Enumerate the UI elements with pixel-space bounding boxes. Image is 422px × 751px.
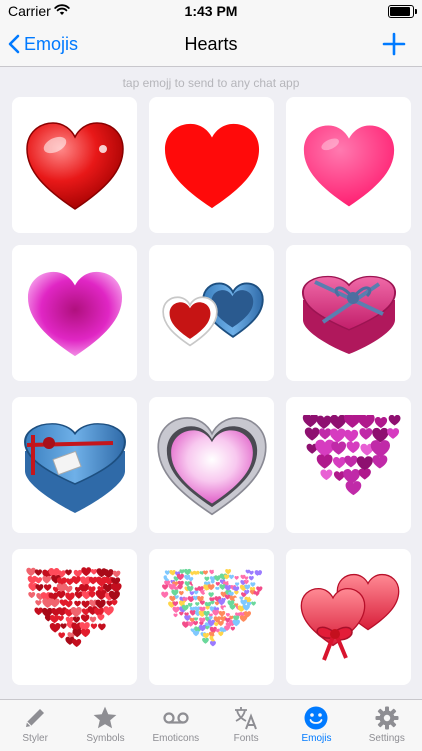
chevron-left-icon — [8, 34, 20, 54]
blue-gift-box-heart-icon — [23, 422, 126, 513]
emoji-tile-confetti-heart[interactable] — [149, 549, 274, 685]
tab-bar: Styler Symbols Emoticons Fonts Emojis Se… — [0, 699, 422, 751]
flat-red-heart-icon — [164, 123, 259, 209]
emoji-tile-glowing-magenta-heart[interactable] — [12, 245, 137, 381]
glowing-magenta-heart-icon — [27, 271, 122, 357]
emoji-tile-pink-heart[interactable] — [286, 97, 411, 233]
tab-styler[interactable]: Styler — [0, 700, 70, 751]
plus-icon[interactable] — [380, 30, 408, 58]
tab-label: Fonts — [233, 733, 259, 744]
pencil-icon — [21, 705, 49, 731]
tab-settings[interactable]: Settings — [352, 700, 422, 751]
emoji-tile-pink-gift-box-heart[interactable] — [286, 245, 411, 381]
purple-hearts-cluster-icon — [302, 415, 400, 496]
glossy-red-heart-icon — [25, 122, 124, 210]
emoji-tile-twin-hearts-bow[interactable] — [286, 549, 411, 685]
tab-fonts[interactable]: Fonts — [211, 700, 281, 751]
tab-label: Symbols — [86, 733, 125, 744]
tab-label: Settings — [368, 733, 405, 744]
gear-icon — [373, 705, 401, 731]
smiley-icon — [302, 705, 330, 731]
silver-pink-heart-icon — [156, 417, 267, 516]
translate-icon — [232, 705, 260, 731]
emoji-tile-flat-red-heart[interactable] — [149, 97, 274, 233]
voicemail-icon — [162, 705, 190, 731]
tab-emojis[interactable]: Emojis — [281, 700, 351, 751]
emoji-tile-blue-gift-box-heart[interactable] — [12, 397, 137, 533]
emoji-tile-silver-pink-heart[interactable] — [149, 397, 274, 533]
tab-emoticons[interactable]: Emoticons — [141, 700, 211, 751]
emoji-tile-glossy-red-heart[interactable] — [12, 97, 137, 233]
status-time: 1:43 PM — [184, 3, 238, 19]
back-button[interactable]: Emojis — [8, 22, 78, 66]
tab-label: Styler — [22, 733, 48, 744]
twin-hearts-bow-icon — [300, 573, 399, 661]
confetti-heart-icon — [160, 568, 262, 647]
red-mosaic-heart-icon — [25, 567, 122, 648]
chocolate-box-hearts-icon — [161, 282, 264, 347]
tab-symbols[interactable]: Symbols — [70, 700, 140, 751]
pink-gift-box-heart-icon — [301, 275, 396, 354]
star-icon — [91, 705, 119, 731]
emoji-tile-chocolate-box-hearts[interactable] — [149, 245, 274, 381]
emoji-tile-purple-hearts-cluster[interactable] — [286, 397, 411, 533]
emoji-tile-red-mosaic-heart[interactable] — [12, 549, 137, 685]
tab-label: Emoticons — [152, 733, 200, 744]
battery-icon — [388, 5, 417, 18]
hint-text: tap emojj to send to any chat app — [122, 76, 300, 90]
navigation-bar: Emojis Hearts — [0, 22, 422, 67]
pink-heart-icon — [303, 125, 394, 207]
back-button-label: Emojis — [24, 33, 79, 54]
status-bar: Carrier 1:43 PM — [0, 0, 422, 22]
tab-label: Emojis — [301, 733, 332, 744]
